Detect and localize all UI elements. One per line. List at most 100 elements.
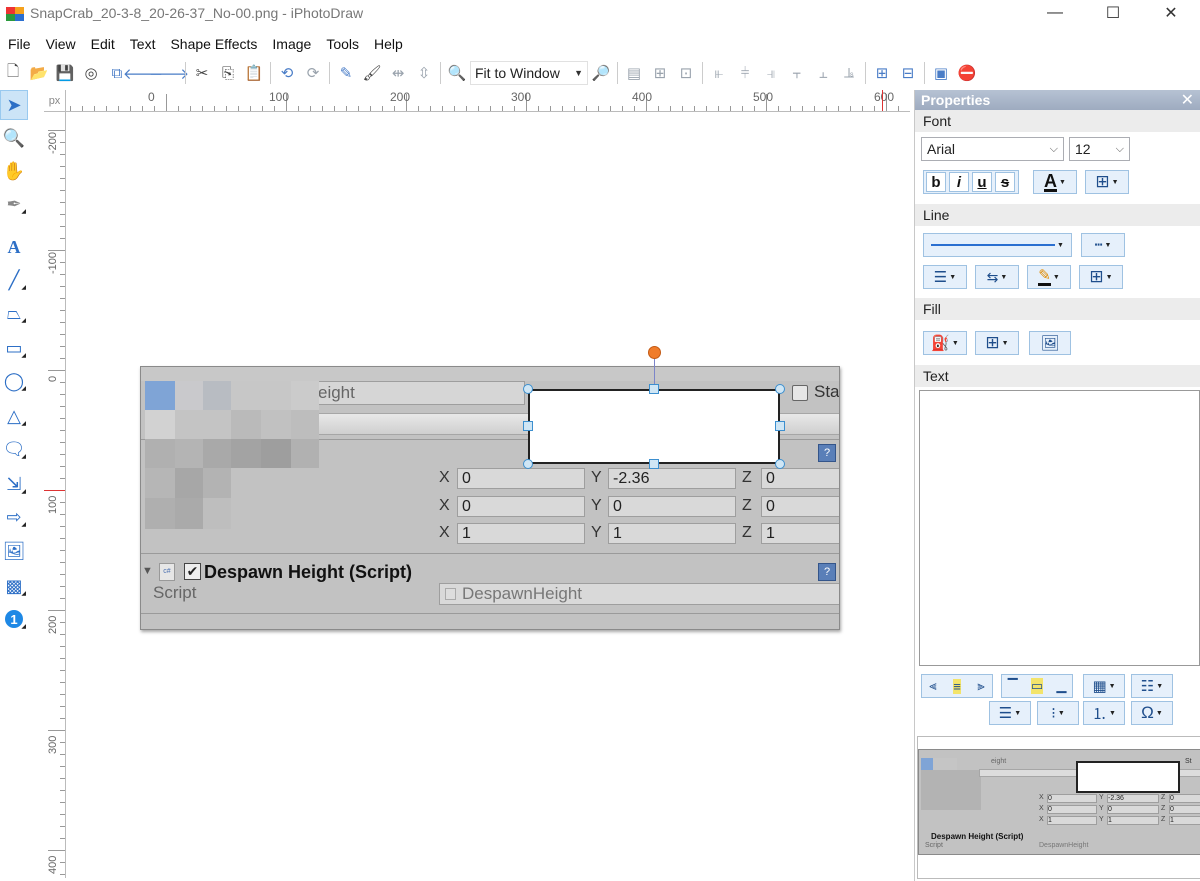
rotate-right-icon[interactable]: ⟳ <box>300 61 326 85</box>
edit-icon[interactable]: ✎ <box>333 61 359 85</box>
triangle-tool-icon[interactable]: △ ◢ <box>0 401 28 431</box>
menu-edit[interactable]: Edit <box>83 36 122 52</box>
resize-handle-w[interactable] <box>523 421 533 431</box>
close-button[interactable]: ✕ <box>1142 0 1200 26</box>
position-y-field[interactable]: -2.36 <box>608 468 736 489</box>
valign-top-icon[interactable]: ▔ <box>1008 678 1018 694</box>
navigator-preview[interactable]: eight St X 0 Y -2.36 Z 0 X 0 Y 0 Z 0 X 1… <box>917 736 1200 879</box>
align-bottom-edge-icon[interactable]: ⫡ <box>836 61 862 85</box>
align-text-right-icon[interactable]: ⫸ <box>977 678 984 694</box>
new-file-icon[interactable]: 🗋 <box>0 61 26 85</box>
close-panel-icon[interactable]: ✕ <box>1181 90 1194 110</box>
rotate-left-icon[interactable]: ⟲ <box>274 61 300 85</box>
line-spacing-button[interactable]: ☷ ▼ <box>1131 674 1173 698</box>
component-help-icon[interactable]: ? <box>818 563 836 581</box>
shape-text-input[interactable] <box>919 390 1200 666</box>
minimize-button[interactable]: — <box>1026 0 1084 26</box>
mosaic-tool-icon[interactable]: ▩ ◢ <box>0 571 28 601</box>
font-family-select[interactable]: Arial ⌵ <box>921 137 1064 161</box>
pen-tool-icon[interactable]: ✒ ◢ <box>0 189 28 219</box>
arrow-style-button[interactable]: ⇆ ▼ <box>975 265 1019 289</box>
open-folder-icon[interactable]: 📂 <box>26 61 52 85</box>
number-marker-tool-icon[interactable]: 1 ◢ <box>0 604 28 634</box>
callout-tool-icon[interactable]: 🗨 ◢ <box>0 434 28 464</box>
indent-button[interactable]: ☰ ▼ <box>989 701 1031 725</box>
line-style-button[interactable]: ▼ <box>923 233 1072 257</box>
fill-color-button[interactable]: ⛽ ▼ <box>923 331 967 355</box>
position-x-field[interactable]: 0 <box>457 468 585 489</box>
resize-handle-se[interactable] <box>775 459 785 469</box>
font-size-select[interactable]: 12 ⌵ <box>1069 137 1130 161</box>
line-color-button[interactable]: ✎ ▼ <box>1027 265 1071 289</box>
foldout-arrow-icon[interactable]: ▼ <box>142 565 153 577</box>
text-tool-icon[interactable]: A <box>0 232 28 262</box>
menu-help[interactable]: Help <box>366 36 410 52</box>
scale-x-field[interactable]: 1 <box>457 523 585 544</box>
resize-handle-n[interactable] <box>649 384 659 394</box>
zoom-select[interactable]: Fit to Window ▼ <box>470 61 588 85</box>
resize-handle-s[interactable] <box>649 459 659 469</box>
valign-middle-icon[interactable]: ▭ <box>1030 678 1044 694</box>
menu-view[interactable]: View <box>38 36 83 52</box>
fill-image-button[interactable]: 🖼 <box>1029 331 1071 355</box>
save-icon[interactable]: 💾 <box>52 61 78 85</box>
valign-bottom-icon[interactable]: ▁ <box>1056 678 1066 694</box>
menu-tools[interactable]: Tools <box>318 36 366 52</box>
help-icon[interactable]: ? <box>818 444 836 462</box>
delete-icon[interactable]: ⛔ <box>954 61 980 85</box>
save-disc-icon[interactable]: ◎ <box>78 61 104 85</box>
bold-button[interactable]: b <box>926 172 946 192</box>
group-icon[interactable]: ⊞ <box>869 61 895 85</box>
redo-icon[interactable]: 🡒 <box>149 61 189 85</box>
rotation-x-field[interactable]: 0 <box>457 496 585 517</box>
align-top-edge-icon[interactable]: ⫟ <box>784 61 810 85</box>
resize-handle-sw[interactable] <box>523 459 533 469</box>
paste-icon[interactable]: 📋 <box>241 61 267 85</box>
rotation-handle[interactable] <box>648 346 661 359</box>
zoom-in-icon[interactable]: 🔎 <box>588 61 614 85</box>
scale-y-field[interactable]: 1 <box>608 523 736 544</box>
menu-shape-effects[interactable]: Shape Effects <box>162 36 264 52</box>
align-text-left-icon[interactable]: ⫷ <box>929 678 936 694</box>
arrow-shape-tool-icon[interactable]: ⇨ ◢ <box>0 502 28 532</box>
image-tool-icon[interactable]: 🖼 <box>0 536 28 566</box>
rectangle-tool-icon[interactable]: ▭ ◢ <box>0 333 28 363</box>
text-border-button[interactable]: ⊞ ▼ <box>1085 170 1129 194</box>
rotation-z-field[interactable]: 0 <box>761 496 839 517</box>
align-center-icon[interactable]: ⫩ <box>732 61 758 85</box>
position-z-field[interactable]: 0 <box>761 468 839 489</box>
align-middle-icon[interactable]: ⊞ <box>647 61 673 85</box>
brush-icon[interactable]: 🖌 <box>359 61 385 85</box>
resize-handle-nw[interactable] <box>523 384 533 394</box>
font-color-button[interactable]: A ▼ <box>1033 170 1077 194</box>
ungroup-icon[interactable]: ⊟ <box>895 61 921 85</box>
select-tool-icon[interactable]: ➤ <box>0 90 28 120</box>
polygon-tool-icon[interactable]: ⏢ ◢ <box>0 298 28 328</box>
align-top-icon[interactable]: ▤ <box>621 61 647 85</box>
underline-button[interactable]: u <box>972 172 992 192</box>
menu-image[interactable]: Image <box>264 36 318 52</box>
menu-file[interactable]: File <box>0 36 38 52</box>
zoom-tool-icon[interactable]: 🔍 <box>0 123 28 153</box>
align-vmiddle-icon[interactable]: ⫠ <box>810 61 836 85</box>
flip-horizontal-icon[interactable]: ⇹ <box>385 61 411 85</box>
fill-pattern-button[interactable]: ⊞ ▼ <box>975 331 1019 355</box>
menu-text[interactable]: Text <box>122 36 163 52</box>
align-left-icon[interactable]: ⫦ <box>706 61 732 85</box>
numbering-button[interactable]: ⒈ ▼ <box>1083 701 1125 725</box>
rotation-y-field[interactable]: 0 <box>608 496 736 517</box>
flip-vertical-icon[interactable]: ⇳ <box>411 61 437 85</box>
copy-icon[interactable]: ⎘ <box>215 61 241 85</box>
italic-button[interactable]: i <box>949 172 969 192</box>
resize-handle-ne[interactable] <box>775 384 785 394</box>
line-width-button[interactable]: ☰ ▼ <box>923 265 967 289</box>
static-checkbox[interactable] <box>792 385 808 401</box>
resize-handle-e[interactable] <box>775 421 785 431</box>
align-text-center-icon[interactable]: ≡ <box>953 678 961 694</box>
text-margin-button[interactable]: ▦ ▼ <box>1083 674 1125 698</box>
dimension-tool-icon[interactable]: ⇲ ◢ <box>0 469 28 499</box>
insert-symbol-button[interactable]: Ω ▼ <box>1131 701 1173 725</box>
pan-tool-icon[interactable]: ✋ <box>0 156 28 186</box>
strikethrough-button[interactable]: s <box>995 172 1015 192</box>
selected-rectangle-shape[interactable] <box>528 389 780 464</box>
